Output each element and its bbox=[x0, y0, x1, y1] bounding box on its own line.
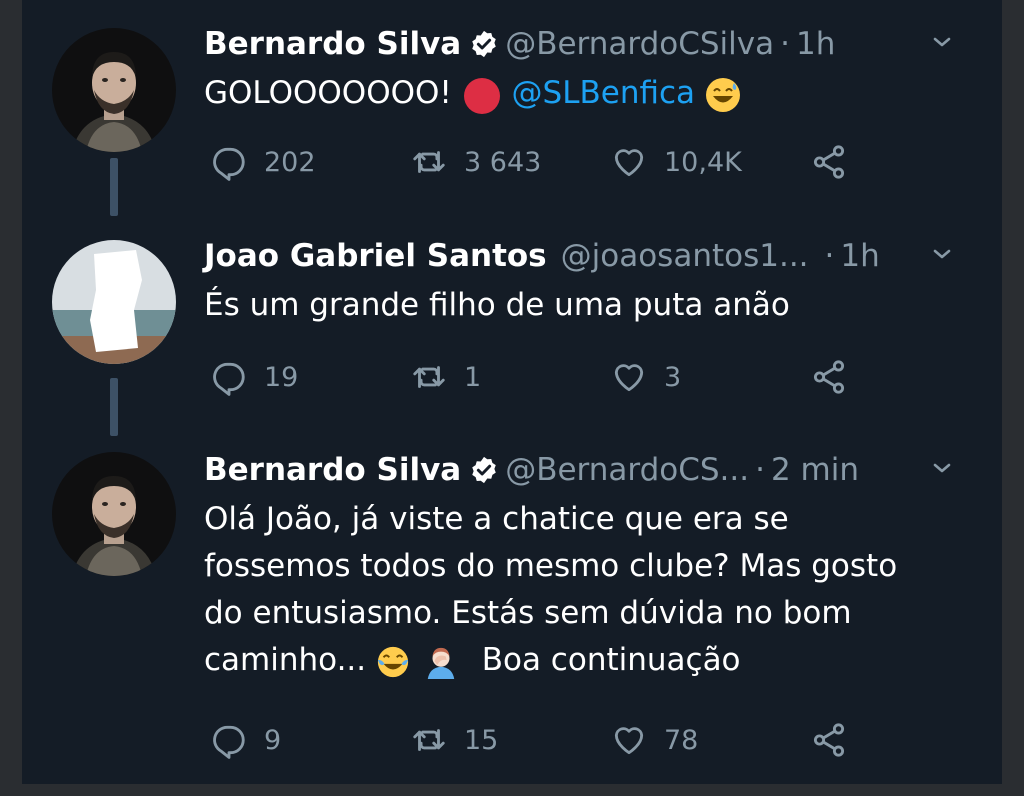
display-name[interactable]: Bernardo Silva bbox=[204, 26, 461, 62]
share-icon bbox=[813, 723, 845, 757]
avatar[interactable] bbox=[52, 28, 176, 152]
reply-button[interactable]: 9 bbox=[210, 720, 281, 760]
retweet-count: 1 bbox=[464, 361, 482, 393]
like-count: 3 bbox=[664, 361, 682, 393]
retweet-button[interactable]: 3 643 bbox=[410, 142, 541, 182]
share-button[interactable] bbox=[810, 357, 848, 397]
verified-badge-icon bbox=[472, 30, 496, 58]
mention-link[interactable]: @SLBenfica bbox=[512, 75, 696, 111]
timestamp[interactable]: 1h bbox=[796, 26, 835, 62]
tweet-text-line: Olá João, já viste a chatice que era se bbox=[204, 501, 789, 537]
retweet-count: 15 bbox=[464, 724, 499, 756]
tweet-thread: Bernardo Silva @BernardoCSilva · 1h GOLO… bbox=[22, 0, 1002, 784]
chevron-down-icon[interactable] bbox=[930, 456, 954, 480]
like-count: 78 bbox=[664, 724, 699, 756]
timestamp[interactable]: 2 min bbox=[771, 452, 859, 488]
retweet-icon bbox=[413, 729, 445, 751]
heart-icon bbox=[614, 727, 644, 755]
tears-of-joy-emoji bbox=[377, 646, 409, 677]
tweet[interactable]: Bernardo Silva @BernardoCS... · 2 min Ol… bbox=[22, 440, 1002, 784]
share-button[interactable] bbox=[810, 142, 848, 182]
separator-dot: · bbox=[780, 26, 790, 62]
retweet-button[interactable]: 1 bbox=[410, 357, 481, 397]
heart-icon bbox=[614, 364, 644, 392]
retweet-button[interactable]: 15 bbox=[410, 720, 498, 760]
like-button[interactable]: 3 bbox=[610, 357, 681, 397]
handle[interactable]: @joaosantos1... bbox=[561, 238, 809, 274]
separator-dot: · bbox=[755, 452, 765, 488]
share-icon bbox=[813, 360, 845, 394]
tweet-header: Bernardo Silva @BernardoCS... · 2 min bbox=[204, 450, 984, 490]
tweet[interactable]: Joao Gabriel Santos @joaosantos1... · 1h… bbox=[22, 220, 1002, 435]
tweet-actions: 9 15 78 bbox=[210, 720, 870, 760]
share-icon bbox=[813, 145, 845, 179]
tweet-text-line: do entusiasmo. Estás sem dúvida no bom bbox=[204, 595, 852, 631]
share-button[interactable] bbox=[810, 720, 848, 760]
tweet-text-fragment: caminho... bbox=[204, 642, 367, 678]
chevron-down-icon[interactable] bbox=[930, 30, 954, 54]
tweet-text-main: GOLOOOOOOO! bbox=[204, 75, 452, 111]
tweet-text: GOLOOOOOOO! @SLBenfica bbox=[204, 70, 984, 117]
red-circle-emoji bbox=[463, 77, 500, 114]
reply-count: 19 bbox=[264, 361, 299, 393]
retweet-count: 3 643 bbox=[464, 146, 542, 178]
tweet-text-fragment: Boa continuação bbox=[481, 642, 741, 678]
tweet[interactable]: Bernardo Silva @BernardoCSilva · 1h GOLO… bbox=[22, 0, 1002, 215]
tweet-text-line: caminho... Boa continuação bbox=[204, 637, 984, 684]
avatar[interactable] bbox=[52, 452, 176, 576]
tweet-text: Olá João, já viste a chatice que era se … bbox=[204, 496, 984, 684]
retweet-icon bbox=[413, 366, 445, 388]
reply-icon bbox=[213, 725, 245, 759]
verified-badge-icon bbox=[472, 456, 496, 484]
profile-photo bbox=[52, 452, 176, 576]
reply-icon bbox=[213, 362, 245, 396]
separator-dot: · bbox=[824, 238, 835, 274]
retweet-icon bbox=[413, 151, 445, 173]
profile-photo bbox=[52, 28, 176, 152]
tweet-actions: 202 3 643 10,4K bbox=[210, 142, 870, 182]
display-name[interactable]: Bernardo Silva bbox=[204, 452, 461, 488]
tweet-text-line: fossemos todos do mesmo clube? Mas gosto bbox=[204, 548, 898, 584]
reply-count: 9 bbox=[264, 724, 282, 756]
chevron-down-icon[interactable] bbox=[930, 242, 954, 266]
handle[interactable]: @BernardoCSilva bbox=[505, 26, 774, 62]
tweet-actions: 19 1 3 bbox=[210, 357, 870, 397]
tweet-header: Bernardo Silva @BernardoCSilva · 1h bbox=[204, 24, 984, 64]
tweet-text: És um grande filho de uma puta anão bbox=[204, 287, 790, 323]
display-name[interactable]: Joao Gabriel Santos bbox=[204, 238, 547, 274]
tweet-header: Joao Gabriel Santos @joaosantos1... · 1h bbox=[204, 236, 984, 276]
like-button[interactable]: 10,4K bbox=[610, 142, 742, 182]
heart-icon bbox=[614, 149, 644, 177]
sweat-smile-emoji bbox=[705, 77, 740, 112]
timestamp[interactable]: 1h bbox=[840, 238, 879, 274]
reply-icon bbox=[213, 147, 245, 181]
like-button[interactable]: 78 bbox=[610, 720, 698, 760]
like-count: 10,4K bbox=[664, 146, 742, 178]
reply-button[interactable]: 19 bbox=[210, 357, 298, 397]
handle[interactable]: @BernardoCS... bbox=[505, 452, 749, 488]
reply-button[interactable]: 202 bbox=[210, 142, 316, 182]
reply-count: 202 bbox=[264, 146, 316, 178]
facepalm-emoji bbox=[427, 647, 455, 679]
avatar[interactable] bbox=[52, 240, 176, 364]
profile-photo bbox=[52, 240, 176, 364]
